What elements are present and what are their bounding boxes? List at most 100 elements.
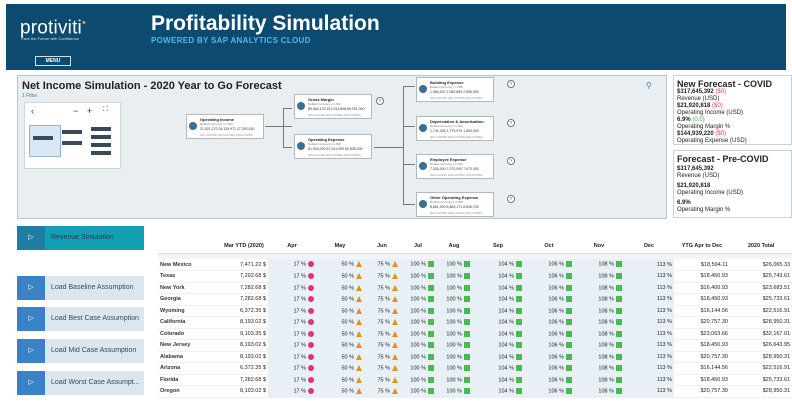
assumption-cell-jul[interactable]: 100 %: [400, 259, 436, 271]
table-row[interactable]: California 8,193.02 $ 17 % 50 % 75 % 100 % 100…: [158, 316, 792, 328]
table-row[interactable]: Florida 7,282.68 $ 17 % 50 % 75 % 100 % 100 % 1…: [158, 374, 792, 386]
node-employee-expense[interactable]: Employee Expense Default Currency in USD…: [416, 154, 494, 179]
assumption-cell-may[interactable]: 50 %: [316, 385, 364, 397]
fit-screen-icon[interactable]: ⛶: [103, 106, 108, 114]
assumption-cell-oct[interactable]: 106 %: [524, 351, 574, 363]
assumption-cell-aug[interactable]: 100 %: [436, 385, 472, 397]
assumption-cell-nov[interactable]: 108 %: [574, 362, 624, 374]
assumption-cell-aug[interactable]: 100 %: [436, 339, 472, 351]
assumption-cell-nov[interactable]: 108 %: [574, 374, 624, 386]
assumption-cell-jun[interactable]: 75 %: [364, 270, 400, 282]
assumption-cell-jun[interactable]: 75 %: [364, 259, 400, 271]
assumption-cell-dec[interactable]: 113 %: [624, 351, 674, 363]
assumption-cell-jun[interactable]: 75 %: [364, 293, 400, 305]
table-row[interactable]: Arizona 6,372.35 $ 17 % 50 % 75 % 100 % 100 % 1…: [158, 362, 792, 374]
back-icon[interactable]: ‹: [31, 106, 34, 116]
column-header[interactable]: Dec: [624, 239, 674, 254]
menu-button[interactable]: MENU: [35, 56, 71, 66]
assumption-cell-jul[interactable]: 100 %: [400, 351, 436, 363]
table-row[interactable]: Georgia 7,282.68 $ 17 % 50 % 75 % 100 % 100 % 1…: [158, 293, 792, 305]
assumption-cell-sep[interactable]: 104 %: [472, 351, 524, 363]
load-worst-case-button[interactable]: ▷ Load Worst Case Assumpt...: [17, 371, 144, 395]
table-row[interactable]: Colorado 9,103.35 $ 17 % 50 % 75 % 100 % 100 %…: [158, 328, 792, 340]
node-gross-margin[interactable]: Gross Margin Default Currency in USD 89,…: [294, 94, 372, 119]
table-row[interactable]: Wyoming 6,372.35 $ 17 % 50 % 75 % 100 % 100 % 1…: [158, 305, 792, 317]
assumption-cell-apr[interactable]: 17 %: [268, 282, 316, 294]
assumption-cell-jun[interactable]: 75 %: [364, 328, 400, 340]
assumption-cell-apr[interactable]: 17 %: [268, 316, 316, 328]
assumption-cell-jul[interactable]: 100 %: [400, 362, 436, 374]
assumption-cell-jun[interactable]: 75 %: [364, 316, 400, 328]
column-header[interactable]: YTG Apr to Dec: [674, 239, 730, 254]
assumption-cell-aug[interactable]: 100 %: [436, 293, 472, 305]
node-operating-income[interactable]: Operating Income Default Currency in USD…: [186, 114, 264, 139]
load-best-case-button[interactable]: ▷ Load Best Case Assumption: [17, 307, 144, 331]
zoom-in-icon[interactable]: +: [87, 106, 92, 116]
chevron-right-icon[interactable]: ›: [376, 97, 384, 105]
assumption-cell-oct[interactable]: 106 %: [524, 374, 574, 386]
assumption-cell-aug[interactable]: 100 %: [436, 328, 472, 340]
column-header[interactable]: 2020 Total: [730, 239, 792, 254]
assumption-cell-sep[interactable]: 104 %: [472, 282, 524, 294]
assumption-cell-oct[interactable]: 106 %: [524, 316, 574, 328]
assumption-cell-aug[interactable]: 100 %: [436, 362, 472, 374]
assumption-cell-nov[interactable]: 108 %: [574, 259, 624, 271]
table-row[interactable]: New Jersey 8,193.02 $ 17 % 50 % 75 % 100 % 100…: [158, 339, 792, 351]
assumption-cell-nov[interactable]: 108 %: [574, 305, 624, 317]
assumption-cell-dec[interactable]: 113 %: [624, 362, 674, 374]
column-header[interactable]: May: [316, 239, 364, 254]
assumption-cell-apr[interactable]: 17 %: [268, 362, 316, 374]
assumption-cell-nov[interactable]: 108 %: [574, 385, 624, 397]
assumption-cell-dec[interactable]: 113 %: [624, 305, 674, 317]
assumption-cell-aug[interactable]: 100 %: [436, 316, 472, 328]
assumption-cell-jul[interactable]: 100 %: [400, 374, 436, 386]
assumption-cell-dec[interactable]: 113 %: [624, 339, 674, 351]
assumption-cell-jul[interactable]: 100 %: [400, 293, 436, 305]
assumption-cell-oct[interactable]: 106 %: [524, 385, 574, 397]
assumption-cell-nov[interactable]: 108 %: [574, 328, 624, 340]
assumption-cell-nov[interactable]: 108 %: [574, 316, 624, 328]
column-header[interactable]: Jun: [364, 239, 400, 254]
assumption-cell-may[interactable]: 50 %: [316, 305, 364, 317]
assumption-cell-may[interactable]: 50 %: [316, 339, 364, 351]
assumption-cell-jul[interactable]: 100 %: [400, 270, 436, 282]
assumption-cell-nov[interactable]: 108 %: [574, 351, 624, 363]
assumption-cell-apr[interactable]: 17 %: [268, 328, 316, 340]
assumption-cell-may[interactable]: 50 %: [316, 259, 364, 271]
assumption-cell-may[interactable]: 50 %: [316, 362, 364, 374]
search-icon[interactable]: ⚲: [646, 81, 652, 90]
assumption-cell-jul[interactable]: 100 %: [400, 385, 436, 397]
assumption-cell-nov[interactable]: 108 %: [574, 282, 624, 294]
assumption-cell-nov[interactable]: 108 %: [574, 270, 624, 282]
node-depreciation-amortization[interactable]: Depreciation & Amortization Default Curr…: [416, 116, 494, 141]
assumption-cell-dec[interactable]: 113 %: [624, 282, 674, 294]
assumption-cell-jul[interactable]: 100 %: [400, 316, 436, 328]
assumption-cell-oct[interactable]: 106 %: [524, 270, 574, 282]
assumption-cell-sep[interactable]: 104 %: [472, 305, 524, 317]
assumption-cell-jul[interactable]: 100 %: [400, 328, 436, 340]
assumption-cell-may[interactable]: 50 %: [316, 316, 364, 328]
assumption-cell-jun[interactable]: 75 %: [364, 339, 400, 351]
column-header[interactable]: Apr: [268, 239, 316, 254]
table-row[interactable]: Oregon 8,193.02 $ 17 % 50 % 75 % 100 % 100 % 10…: [158, 385, 792, 397]
chevron-right-icon[interactable]: ›: [507, 119, 515, 127]
assumption-cell-sep[interactable]: 104 %: [472, 374, 524, 386]
assumption-cell-sep[interactable]: 104 %: [472, 270, 524, 282]
assumption-cell-dec[interactable]: 113 %: [624, 385, 674, 397]
assumption-cell-oct[interactable]: 106 %: [524, 259, 574, 271]
assumption-cell-oct[interactable]: 106 %: [524, 328, 574, 340]
assumption-cell-jun[interactable]: 75 %: [364, 374, 400, 386]
assumption-cell-aug[interactable]: 100 %: [436, 351, 472, 363]
zoom-out-icon[interactable]: −: [73, 106, 78, 116]
assumption-cell-aug[interactable]: 100 %: [436, 305, 472, 317]
table-row[interactable]: Alabama 8,193.02 $ 17 % 50 % 75 % 100 % 100 % 1…: [158, 351, 792, 363]
assumption-cell-aug[interactable]: 100 %: [436, 282, 472, 294]
column-header[interactable]: Nov: [574, 239, 624, 254]
assumption-cell-may[interactable]: 50 %: [316, 351, 364, 363]
column-header[interactable]: Oct: [524, 239, 574, 254]
assumption-cell-jun[interactable]: 75 %: [364, 282, 400, 294]
load-mid-case-button[interactable]: ▷ Load Mid Case Assumption: [17, 339, 144, 363]
chevron-right-icon[interactable]: ›: [507, 157, 515, 165]
assumption-cell-sep[interactable]: 104 %: [472, 259, 524, 271]
assumption-cell-oct[interactable]: 106 %: [524, 293, 574, 305]
